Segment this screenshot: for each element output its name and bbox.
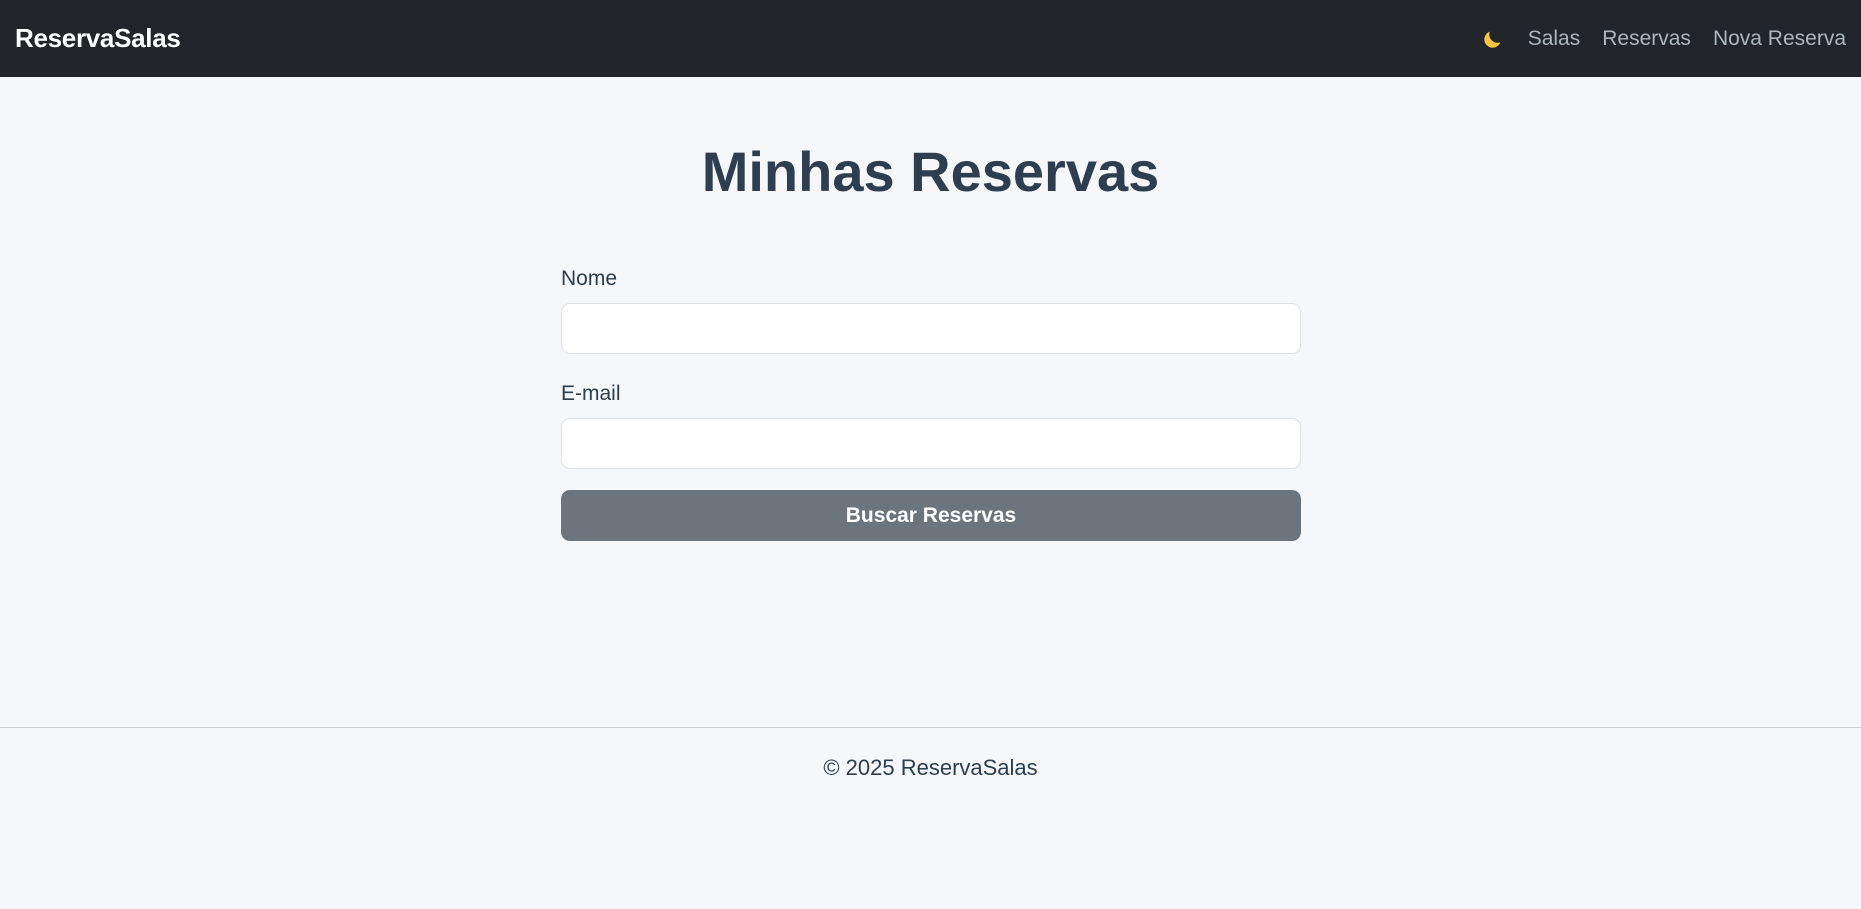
main-content: Minhas Reservas Nome E-mail Buscar Reser… bbox=[0, 77, 1861, 727]
email-input[interactable] bbox=[561, 418, 1301, 469]
moon-icon bbox=[1484, 31, 1501, 48]
nav-link-reservas[interactable]: Reservas bbox=[1602, 27, 1691, 51]
footer: © 2025 ReservaSalas bbox=[0, 727, 1861, 909]
nav-link-salas[interactable]: Salas bbox=[1528, 27, 1581, 51]
theme-toggle-button[interactable] bbox=[1480, 26, 1506, 52]
brand-logo-link[interactable]: ReservaSalas bbox=[15, 23, 181, 54]
nav-link-nova-reserva[interactable]: Nova Reserva bbox=[1713, 27, 1846, 51]
name-input[interactable] bbox=[561, 303, 1301, 354]
email-label: E-mail bbox=[561, 382, 621, 405]
search-reservations-form: Nome E-mail Buscar Reservas bbox=[561, 264, 1301, 541]
search-reservations-button[interactable]: Buscar Reservas bbox=[561, 490, 1301, 541]
navbar: ReservaSalas Salas Reservas Nova Reserva bbox=[0, 0, 1861, 77]
footer-copyright: © 2025 ReservaSalas bbox=[823, 755, 1038, 780]
name-label: Nome bbox=[561, 267, 618, 290]
page-title: Minhas Reservas bbox=[701, 140, 1160, 203]
name-field-group: Nome bbox=[561, 264, 1301, 354]
nav-links: Salas Reservas Nova Reserva bbox=[1480, 26, 1846, 52]
email-field-group: E-mail bbox=[561, 379, 1301, 469]
